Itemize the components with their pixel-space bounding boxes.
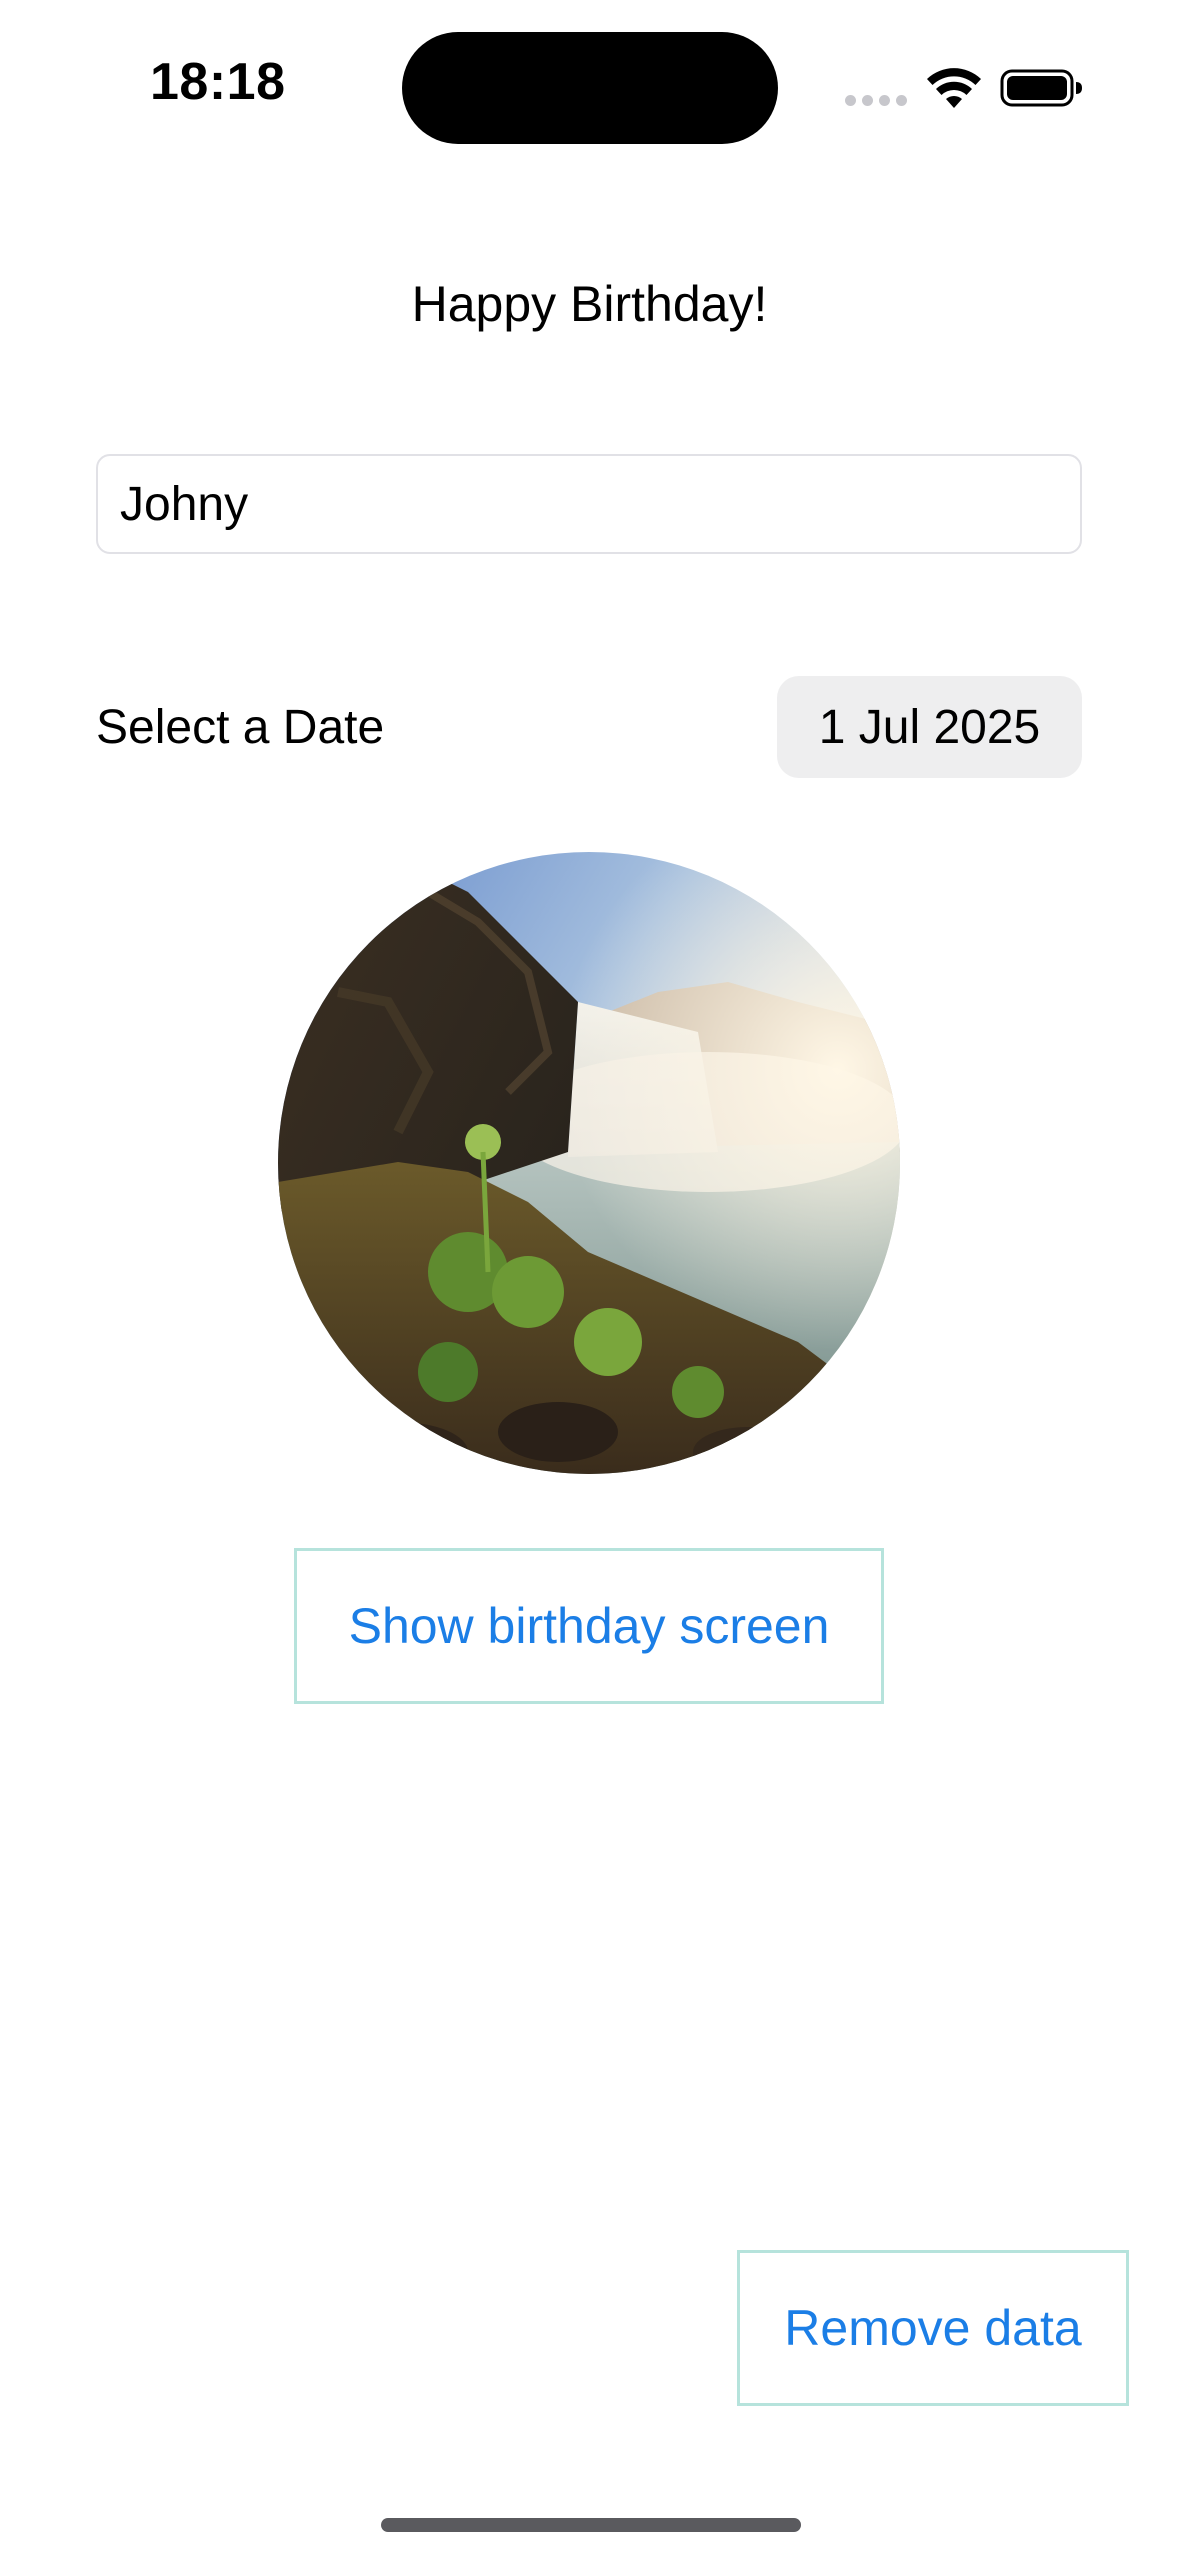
wifi-icon (927, 68, 981, 108)
show-birthday-screen-button[interactable]: Show birthday screen (294, 1548, 884, 1704)
waterfall-image (278, 852, 900, 1474)
name-input[interactable] (96, 454, 1082, 554)
battery-icon (1000, 69, 1082, 107)
app-screen: 18:18 Happy Birthday! Select a Date 1 Ju… (0, 0, 1179, 2556)
remove-data-button[interactable]: Remove data (737, 2250, 1129, 2406)
profile-photo[interactable] (278, 852, 900, 1474)
signal-dots-icon (845, 95, 907, 107)
date-label: Select a Date (96, 701, 385, 754)
home-indicator[interactable] (381, 2518, 801, 2532)
page-title: Happy Birthday! (411, 276, 768, 332)
status-time: 18:18 (150, 53, 286, 111)
dynamic-island (402, 32, 778, 144)
date-picker-button[interactable]: 1 Jul 2025 (777, 676, 1082, 778)
